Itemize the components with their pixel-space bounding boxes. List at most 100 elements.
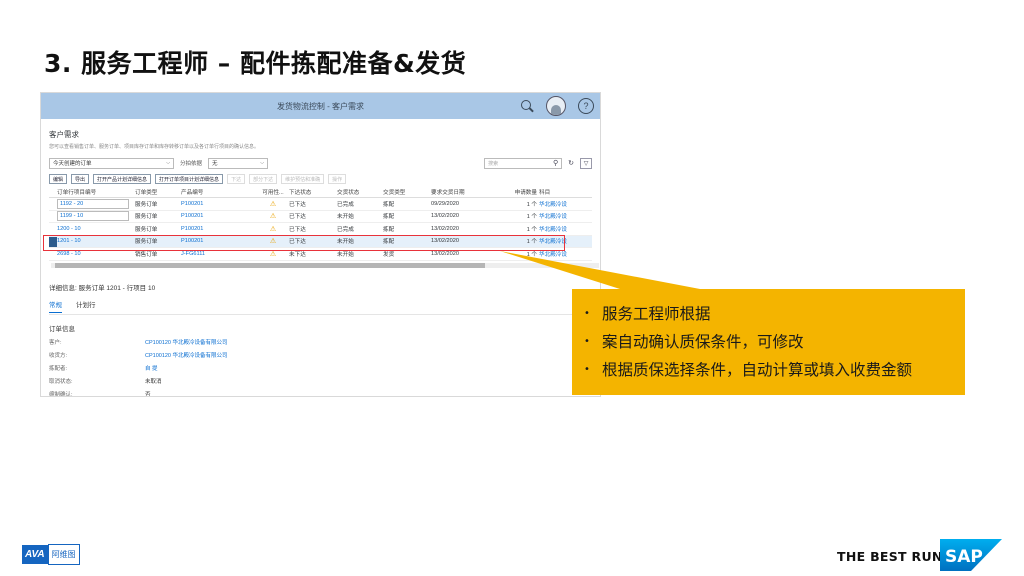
detail-field: 取消状态: 未取消: [49, 377, 592, 385]
delivery-status-cell: 已完成: [337, 201, 354, 208]
assign-select[interactable]: 无 ⌵: [208, 157, 269, 169]
callout-bullet: • 案自动确认质保条件，可修改: [584, 333, 804, 351]
field-value[interactable]: 自 提: [145, 364, 158, 372]
field-value: 否: [145, 391, 151, 397]
requested-date-cell: 13/02/2020: [431, 213, 459, 220]
account-link[interactable]: 华北殿冷设: [539, 212, 585, 220]
order-type-cell: 服务订单: [135, 239, 158, 246]
actions-button[interactable]: 操作: [328, 174, 347, 184]
app-screenshot: 发货物流控制 - 客户需求 ? 客户需求 您可以查看销售订单、服务订单、项目库存…: [40, 92, 601, 397]
help-icon[interactable]: ?: [578, 98, 594, 114]
release-status-cell: 已下达: [289, 214, 306, 221]
product-link[interactable]: J-FG6111: [181, 251, 257, 257]
variant-select[interactable]: 今天创建的订单 ⌵: [49, 157, 174, 169]
tab-general[interactable]: 常规: [49, 299, 62, 313]
order-item-link[interactable]: 1192 - 20: [57, 198, 129, 209]
order-item-link[interactable]: 2698 - 10: [57, 251, 135, 257]
release-status-cell: 已下达: [289, 226, 306, 233]
table-header: 订单行项目编号 订单类型 产品编号 可用性... 下达状态 交货状态 交货类型 …: [49, 187, 592, 198]
product-link[interactable]: P100201: [181, 226, 257, 232]
filter-bar: 今天创建的订单 ⌵ 分拍依据 无 ⌵ 搜索 ⚲ ↻ ▽: [49, 157, 592, 169]
field-value: 未取消: [145, 378, 162, 385]
warning-icon: ⚠: [269, 213, 277, 221]
svg-text:SAP: SAP: [945, 547, 983, 567]
product-link[interactable]: P100201: [181, 213, 257, 219]
field-label: 缩制确认:: [49, 391, 73, 397]
assign-label: 分拍依据: [180, 161, 203, 167]
quantity-cell: 1 个: [526, 214, 537, 221]
col-header[interactable]: 交货类型: [383, 188, 431, 196]
account-link[interactable]: 华北殿冷设: [539, 250, 585, 258]
product-link[interactable]: P100201: [181, 238, 257, 244]
col-header[interactable]: 交货状态: [337, 188, 383, 196]
order-item-link[interactable]: 1200 - 10: [57, 226, 135, 232]
order-type-cell: 服务订单: [135, 214, 158, 221]
table-row[interactable]: 1200 - 10 服务订单 P100201 ⚠ 已下达 已完成 拣配 13/02/2020 1…: [49, 223, 592, 236]
open-product-plan-button[interactable]: 打开产品计划详细信息: [93, 174, 152, 184]
callout-bullet: • 服务工程师根据: [584, 305, 711, 323]
table-row[interactable]: 2698 - 10 销售订单 J-FG6111 ⚠ 未下达 未开始 发货 13/02/2020…: [49, 248, 592, 261]
col-header[interactable]: 订单类型: [135, 188, 181, 196]
order-type-cell: 服务订单: [135, 201, 158, 208]
detail-tabs: 常规 计划行: [49, 299, 592, 313]
col-header[interactable]: 下达状态: [289, 188, 337, 196]
detail-field: 客户: CP100120 华北殿冷设备有限公司: [49, 338, 592, 346]
order-item-link[interactable]: 1199 - 10: [57, 211, 135, 222]
table-toolbar: 编辑 导出 打开产品计划详细信息 打开订单项目计划详细信息 下达 部分下达 维护…: [49, 174, 592, 184]
table-search-input[interactable]: 搜索 ⚲: [484, 157, 563, 169]
open-item-plan-button[interactable]: 打开订单项目计划详细信息: [155, 174, 224, 184]
account-link[interactable]: 华北殿冷设: [539, 200, 585, 208]
col-header[interactable]: 产品编号: [181, 188, 257, 196]
account-link[interactable]: 华北殿冷设: [539, 237, 585, 245]
field-value[interactable]: CP100120 华北殿冷设备有限公司: [145, 338, 228, 346]
requested-date-cell: 09/29/2020: [431, 200, 459, 207]
tab-schedule-lines[interactable]: 计划行: [76, 299, 96, 313]
table-row[interactable]: 1201 - 10 服务订单 P100201 ⚠ 已下达 未开始 拣配 13/02/2020 1…: [49, 235, 592, 248]
assign-value: 无: [212, 161, 218, 167]
maintain-estimate-button[interactable]: 维护预估和准确: [281, 174, 325, 184]
filter-icon[interactable]: ▽: [580, 157, 592, 169]
horizontal-scrollbar[interactable]: [51, 262, 599, 268]
delivery-status-cell: 未开始: [337, 239, 354, 246]
col-header[interactable]: 科目: [539, 188, 585, 196]
product-link[interactable]: P100201: [181, 201, 257, 207]
delivery-type-cell: 拣配: [383, 239, 395, 246]
export-button[interactable]: 导出: [71, 174, 90, 184]
field-value[interactable]: CP100120 华北殿冷设备有限公司: [145, 351, 228, 359]
order-type-cell: 销售订单: [135, 251, 158, 258]
order-item-link[interactable]: 1192 - 20: [57, 198, 135, 209]
refresh-icon[interactable]: ↻: [568, 159, 574, 167]
callout-bullet: • 根据质保选择条件，自动计算或填入收费金额: [584, 361, 913, 379]
sap-logo: SAP: [940, 539, 1002, 571]
delivery-type-cell: 发货: [383, 251, 395, 258]
detail-field: 收货方: CP100120 华北殿冷设备有限公司: [49, 351, 592, 359]
search-icon[interactable]: [520, 99, 534, 113]
order-item-link[interactable]: 1201 - 10: [57, 238, 135, 244]
detail-title: 详细信息: 服务订单 1201 - 行项目 10: [49, 284, 156, 292]
col-header[interactable]: 可用性...: [257, 188, 289, 196]
account-link[interactable]: 华北殿冷设: [539, 225, 585, 233]
quantity-cell: 1 个: [526, 226, 537, 233]
table-row[interactable]: 1199 - 10 服务订单 P100201 ⚠ 已下达 未开始 拣配 13/02/2020 1…: [49, 211, 592, 223]
release-status-cell: 未下达: [289, 251, 306, 258]
order-item-link[interactable]: 1199 - 10: [57, 211, 129, 222]
shell-title: 发货物流控制 - 客户需求: [276, 101, 365, 111]
chevron-down-icon: ⌵: [260, 160, 265, 166]
col-header[interactable]: 要求交货日期: [431, 188, 493, 196]
col-header[interactable]: 订单行项目编号: [57, 188, 135, 196]
table-row[interactable]: 1192 - 20 服务订单 P100201 ⚠ 已下达 已完成 拣配 09/29/2020 1…: [49, 198, 592, 211]
warning-icon: ⚠: [269, 250, 277, 258]
edit-button[interactable]: 编辑: [49, 174, 68, 184]
col-header[interactable]: 申请数量: [493, 188, 539, 196]
field-label: 客户:: [49, 339, 62, 346]
quantity-cell: 1 个: [526, 251, 537, 258]
shell-bar: 发货物流控制 - 客户需求 ?: [41, 93, 600, 119]
selection-marker: [49, 236, 57, 247]
release-button[interactable]: 下达: [227, 174, 246, 184]
demand-table: 订单行项目编号 订单类型 产品编号 可用性... 下达状态 交货状态 交货类型 …: [49, 187, 592, 261]
search-icon[interactable]: ⚲: [553, 159, 558, 167]
delivery-type-cell: 拣配: [383, 214, 395, 221]
avatar-icon[interactable]: [546, 96, 566, 116]
partial-release-button[interactable]: 部分下达: [249, 174, 278, 184]
callout-box: • 服务工程师根据 • 案自动确认质保条件，可修改 • 根据质保选择条件，自动计算或填…: [572, 289, 965, 395]
